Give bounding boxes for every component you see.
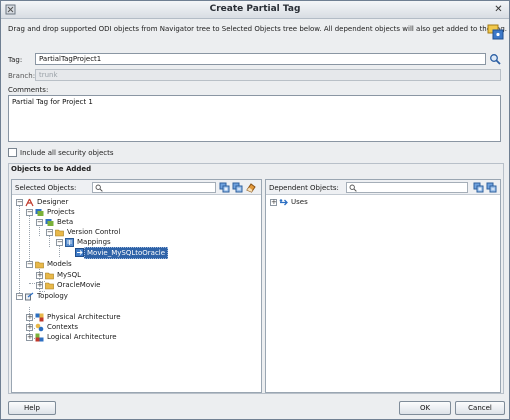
tag-input[interactable]: PartialTagProject1 — [35, 53, 486, 65]
tree-node-version-control[interactable]: Version Control — [65, 227, 122, 237]
projects-folder-icon — [35, 209, 44, 216]
tree-node-contexts[interactable]: Contexts — [45, 322, 80, 332]
tree-expander[interactable]: + — [26, 334, 33, 341]
folder-icon — [45, 272, 54, 280]
dependent-objects-header: Dependent Objects: — [266, 180, 500, 195]
expand-all-icon[interactable] — [219, 182, 230, 193]
dependent-objects-tree: + Uses — [266, 196, 500, 392]
tree-expander[interactable]: − — [26, 261, 33, 268]
folder-icon — [35, 261, 44, 269]
tree-expander[interactable]: + — [36, 282, 43, 289]
ok-button[interactable]: OK — [399, 401, 451, 415]
comments-textarea[interactable]: Partial Tag for Project 1 — [8, 95, 501, 142]
project-icon — [45, 219, 54, 226]
designer-icon — [25, 198, 34, 207]
mapping-icon — [75, 248, 84, 257]
dialog-title: Create Partial Tag — [209, 4, 301, 14]
title-bar[interactable]: Create Partial Tag ✕ — [1, 1, 509, 19]
selected-objects-header: Selected Objects: — [12, 180, 261, 195]
collapse-all-icon[interactable] — [486, 182, 497, 193]
tree-expander[interactable]: − — [36, 219, 43, 226]
search-icon — [95, 184, 103, 192]
tree-node-logical-architecture[interactable]: Logical Architecture — [45, 332, 119, 342]
tree-node-topology[interactable]: Topology — [35, 291, 70, 301]
folder-icon — [45, 282, 54, 290]
tree-node-beta[interactable]: Beta — [55, 217, 75, 227]
tree-node-oraclemovie[interactable]: OracleMovie — [55, 280, 103, 290]
objects-section-title: Objects to be Added — [11, 165, 92, 173]
tree-node-physical-architecture[interactable]: Physical Architecture — [45, 312, 123, 322]
tree-expander[interactable]: − — [46, 229, 53, 236]
tree-expander[interactable]: − — [16, 293, 23, 300]
tree-expander[interactable]: + — [26, 324, 33, 331]
mappings-icon — [65, 238, 74, 247]
tree-node-models[interactable]: Models — [45, 259, 74, 269]
tag-label: Tag: — [8, 56, 23, 64]
selected-search-input[interactable] — [92, 182, 216, 193]
folder-icon — [55, 229, 64, 237]
dependent-search-input[interactable] — [346, 182, 468, 193]
instructions-text: Drag and drop supported ODI objects from… — [8, 25, 507, 33]
search-icon[interactable] — [489, 53, 501, 65]
tree-node-movie-mysqltooracle[interactable]: Movie_MySQLtoOracle — [84, 247, 169, 259]
close-icon[interactable]: ✕ — [492, 3, 505, 16]
include-security-checkbox[interactable] — [8, 148, 17, 157]
include-security-label: Include all security objects — [20, 149, 114, 157]
uses-icon — [279, 199, 288, 206]
dependent-objects-label: Dependent Objects: — [269, 184, 339, 192]
collapse-all-icon[interactable] — [232, 182, 243, 193]
help-button[interactable]: Help — [8, 401, 56, 415]
cancel-button[interactable]: Cancel — [455, 401, 505, 415]
tree-node-mysql[interactable]: MySQL — [55, 270, 83, 280]
tree-expander[interactable]: + — [270, 199, 277, 206]
tree-expander[interactable]: − — [16, 199, 23, 206]
selected-objects-panel: Selected Objects: − Designer − Projects … — [11, 179, 262, 393]
expand-all-icon[interactable] — [473, 182, 484, 193]
search-icon — [349, 184, 357, 192]
topology-icon — [25, 292, 34, 301]
logical-architecture-icon — [35, 333, 44, 342]
selected-objects-tree: − Designer − Projects − Beta − Version C… — [12, 196, 261, 392]
selected-objects-label: Selected Objects: — [15, 184, 77, 192]
create-partial-tag-dialog: Create Partial Tag ✕ Drag and drop suppo… — [0, 0, 510, 420]
physical-architecture-icon — [35, 313, 44, 322]
tree-node-projects[interactable]: Projects — [45, 207, 77, 217]
tree-expander[interactable]: − — [26, 209, 33, 216]
tree-expander[interactable]: + — [36, 272, 43, 279]
eraser-icon[interactable] — [245, 182, 256, 193]
tree-node-mappings[interactable]: Mappings — [75, 237, 113, 247]
tree-node-designer[interactable]: Designer — [35, 197, 70, 207]
partial-tag-icon — [487, 24, 504, 40]
tree-expander[interactable]: − — [56, 239, 63, 246]
contexts-icon — [35, 323, 44, 332]
branch-label: Branch: — [8, 72, 36, 80]
tree-node-uses[interactable]: Uses — [289, 197, 310, 207]
branch-input: trunk — [35, 69, 501, 81]
tree-expander[interactable]: + — [26, 314, 33, 321]
comments-label: Comments: — [8, 86, 49, 94]
dependent-objects-panel: Dependent Objects: + Uses — [265, 179, 501, 393]
